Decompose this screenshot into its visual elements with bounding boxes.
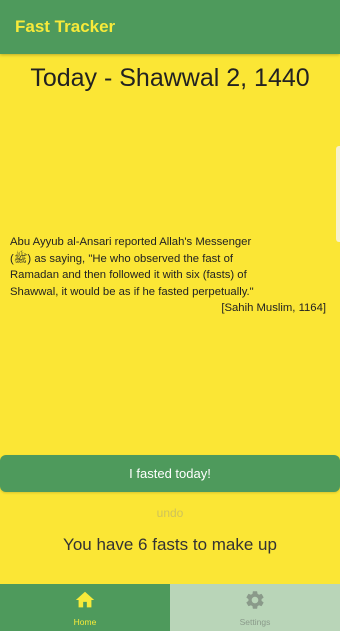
edge-panel-handle[interactable] <box>336 146 340 242</box>
hadith-line: Shawwal, it would be as if he fasted per… <box>10 285 254 298</box>
hadith-line: Ramadan and then followed it with six (f… <box>10 269 247 281</box>
nav-tab-settings[interactable]: Settings <box>170 584 340 631</box>
hadith-source: [Sahih Muslim, 1164] <box>221 302 326 314</box>
hadith-line: (ﷺ) as saying, "He who observed the fast… <box>10 252 233 265</box>
hadith-quote: Abu Ayyub al-Ansari reported Allah's Mes… <box>10 234 326 317</box>
hadith-line: Abu Ayyub al-Ansari reported Allah's Mes… <box>10 236 252 248</box>
gear-icon <box>246 591 264 609</box>
nav-label-home: Home <box>73 617 97 627</box>
nav-label-settings: Settings <box>239 617 271 627</box>
nav-tab-home[interactable]: Home <box>0 584 170 631</box>
fasts-to-make-up-text: You have 6 fasts to make up <box>63 535 277 554</box>
app-title: Fast Tracker <box>15 17 116 36</box>
bottom-navigation: Home Settings <box>0 584 340 631</box>
today-date-title: Today - Shawwal 2, 1440 <box>30 64 310 92</box>
fasted-today-button[interactable]: I fasted today! <box>0 455 340 492</box>
home-icon <box>75 591 95 608</box>
undo-button[interactable]: undo <box>0 506 340 520</box>
app-bar: Fast Tracker <box>0 0 340 54</box>
